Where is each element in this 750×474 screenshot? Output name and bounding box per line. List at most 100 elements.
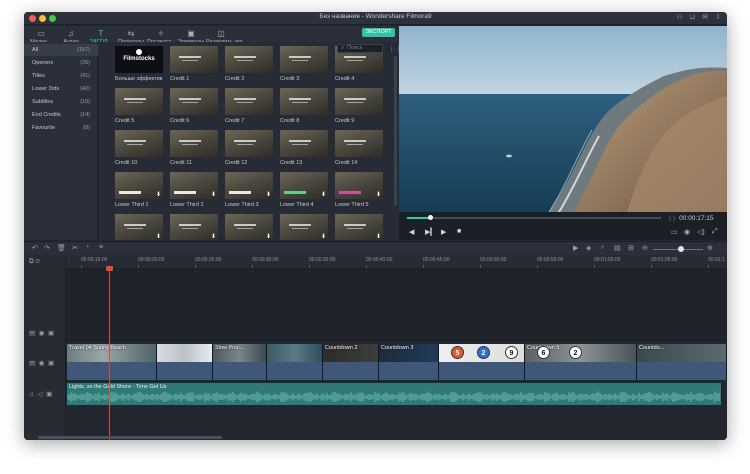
title-thumbnail[interactable] [225, 130, 273, 157]
category-item[interactable]: Titles (41) [24, 70, 98, 82]
folder-icon: ▭ [37, 29, 45, 38]
video-clip[interactable]: Countdo... [637, 344, 727, 380]
download-icon[interactable]: ⬇ [211, 191, 216, 198]
video-clip[interactable]: Slow Proc... [213, 344, 267, 380]
add-track-icon[interactable]: ⧉ ⌀ [29, 258, 40, 266]
category-item[interactable]: End Credits (14) [24, 109, 98, 121]
undo-icon[interactable]: ↶ [32, 244, 38, 252]
step-play-icon[interactable]: ▶▎ [425, 228, 436, 236]
title-thumbnail[interactable] [280, 46, 328, 73]
clip-audio-band [439, 362, 524, 380]
download-icon[interactable]: ⬇ [376, 233, 381, 240]
title-thumbnail[interactable]: ⬇ [280, 214, 328, 240]
video-clip[interactable]: Countdown 3 [379, 344, 439, 380]
video-clip[interactable]: Travel 04 Sunny Beach [67, 344, 157, 380]
title-thumbnail[interactable]: ⬇ [170, 214, 218, 240]
track-1-controls[interactable]: ▤ ◉ ▣ [29, 329, 54, 337]
title-thumbnail[interactable] [170, 46, 218, 73]
play-icon[interactable]: ▶ [441, 228, 446, 236]
download-icon[interactable]: ⬇ [156, 233, 161, 240]
playback-progress-bar[interactable] [407, 215, 661, 220]
title-thumbnail[interactable] [115, 130, 163, 157]
playhead-line[interactable] [109, 267, 110, 440]
audio-adjust-icon[interactable]: ≡ [99, 244, 103, 251]
shield-icon[interactable]: ◈ [586, 244, 591, 252]
screen-record-icon[interactable]: ⊞ [628, 244, 634, 252]
ruler-label: 00:00:50:00 [480, 257, 507, 263]
download-icon[interactable]: ⬇ [321, 191, 326, 198]
thumbnail-label: Credit 2 [225, 76, 245, 82]
download-icon[interactable]: ⬇ [376, 191, 381, 198]
zoom-in-icon[interactable]: ⊕ [707, 244, 713, 252]
category-name: Titles [32, 73, 45, 79]
skip-back-icon[interactable]: ◀ [409, 228, 414, 236]
video-clip[interactable] [157, 344, 213, 380]
library-scrollbar[interactable] [394, 56, 397, 206]
thumbnail-label: Credit 11 [170, 160, 192, 166]
download-icon[interactable]: ⬇ [266, 191, 271, 198]
title-thumbnail[interactable]: ⬇ [115, 214, 163, 240]
export-button[interactable]: ЭКСПОРТ [362, 28, 395, 37]
person-icon[interactable]: ⚇ [677, 14, 683, 22]
category-item[interactable]: Lower 3rds (42) [24, 83, 98, 95]
camera-icon[interactable]: ◉ [684, 228, 690, 236]
category-item[interactable]: Openers (25) [24, 57, 98, 69]
redo-icon[interactable]: ↷ [44, 244, 50, 252]
title-thumbnail[interactable] [280, 130, 328, 157]
title-thumbnail[interactable]: ⬇ [225, 214, 273, 240]
title-thumbnail[interactable]: ⬇ [225, 172, 273, 199]
audio-clip[interactable]: Lights, so the Gold Shore - Time Get Us [67, 383, 721, 405]
title-thumbnail[interactable] [170, 88, 218, 115]
download-icon[interactable]: ⇩ [715, 14, 721, 22]
cut-icon[interactable]: ✂ [72, 244, 78, 252]
title-thumbnail[interactable]: ⬇ [280, 172, 328, 199]
zoom-out-icon[interactable]: ⊖ [642, 244, 648, 252]
thumbnail-text-line [234, 98, 256, 100]
title-thumbnail[interactable]: ⬇ [115, 172, 163, 199]
playhead-knob[interactable] [427, 215, 433, 220]
category-item[interactable]: Subtitles (15) [24, 96, 98, 108]
title-thumbnail[interactable]: ⬇ [170, 172, 218, 199]
effects-icon: ✧ [157, 29, 165, 38]
video-clip[interactable]: Countdown 2 [323, 344, 379, 380]
audio-track-controls[interactable]: ♫ ◁ ▣ [29, 390, 52, 398]
title-thumbnail[interactable] [225, 88, 273, 115]
category-count: (25) [80, 60, 90, 66]
timeline-horizontal-scrollbar[interactable] [38, 436, 222, 439]
delete-icon[interactable]: 🗑 [57, 244, 66, 252]
title-thumbnail[interactable] [170, 130, 218, 157]
speed-icon[interactable]: ◔ [85, 244, 89, 251]
mail-icon[interactable]: ✉ [702, 14, 708, 22]
video-track[interactable]: Travel 04 Sunny Beach Slow Proc... Countdo… [66, 344, 727, 380]
category-name: Lower 3rds [32, 86, 60, 92]
title-thumbnail[interactable] [335, 88, 383, 115]
download-icon[interactable]: ⬇ [321, 233, 326, 240]
category-item[interactable]: Favourite (0) [24, 122, 98, 134]
mark-brackets[interactable]: { } [669, 215, 675, 222]
download-icon[interactable]: ⬇ [266, 233, 271, 240]
empty-track-lane[interactable] [66, 269, 727, 341]
download-icon[interactable]: ⬇ [211, 233, 216, 240]
cart-icon[interactable]: ⊔ [690, 14, 695, 22]
video-clip[interactable] [267, 344, 323, 380]
title-thumbnail[interactable] [225, 46, 273, 73]
render-icon[interactable]: ▶ [573, 244, 578, 252]
download-icon[interactable]: ⬇ [156, 191, 161, 198]
microphone-icon[interactable]: ♁ [600, 244, 605, 251]
voiceover-icon[interactable]: ▤ [614, 244, 621, 252]
fullscreen-icon[interactable]: ⤢ [712, 228, 718, 236]
title-thumbnail[interactable] [115, 88, 163, 115]
stop-icon[interactable]: ■ [457, 228, 461, 235]
category-name: Favourite [32, 125, 55, 131]
volume-icon[interactable]: ◁) [697, 228, 705, 236]
title-thumbnail[interactable] [335, 130, 383, 157]
zoom-slider-knob[interactable] [678, 246, 684, 252]
title-thumbnail[interactable] [280, 88, 328, 115]
title-thumbnail[interactable]: ⬇ [335, 172, 383, 199]
title-thumbnail[interactable]: ⬇ [335, 214, 383, 240]
category-item[interactable]: All (157) [24, 44, 98, 56]
more-effects-thumbnail[interactable]: Filmstocks [115, 46, 163, 73]
monitor-icon[interactable]: ▭ [671, 228, 678, 236]
time-ruler[interactable]: 00:00:15:00 00:00:20:00 00:00:25:00 00:00:3… [66, 255, 727, 269]
track-2-controls[interactable]: ▤ ◉ ▣ [29, 359, 54, 367]
